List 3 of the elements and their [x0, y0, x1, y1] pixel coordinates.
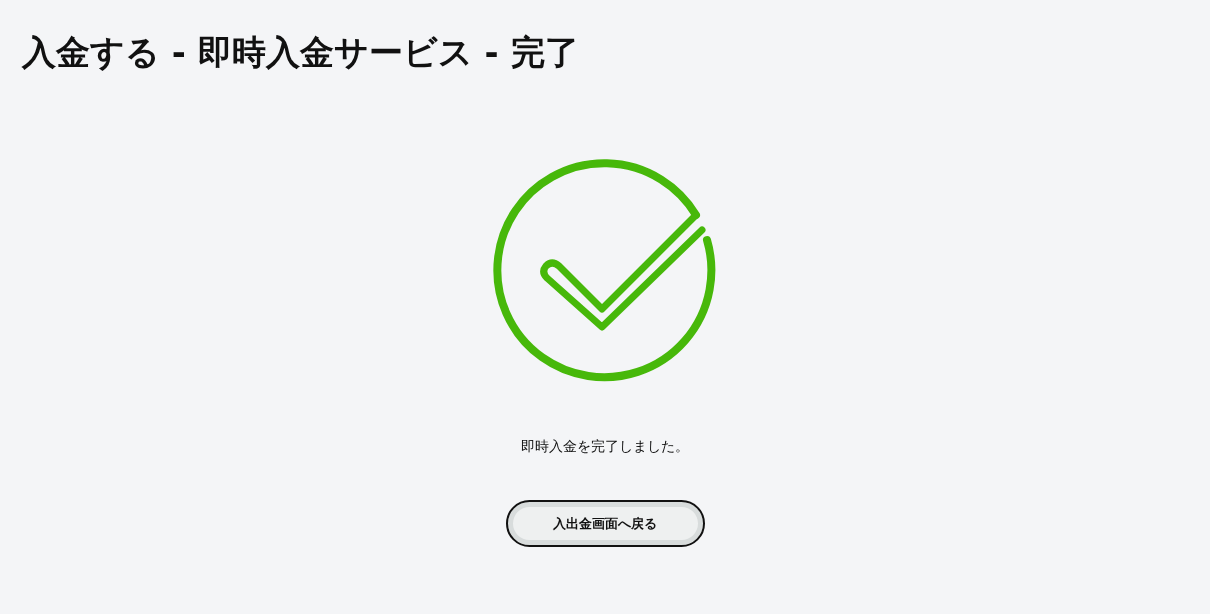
completion-message: 即時入金を完了しました。: [521, 437, 689, 456]
back-button[interactable]: 入出金画面へ戻る: [505, 500, 705, 547]
page-title: 入金する - 即時入金サービス - 完了: [22, 31, 579, 74]
